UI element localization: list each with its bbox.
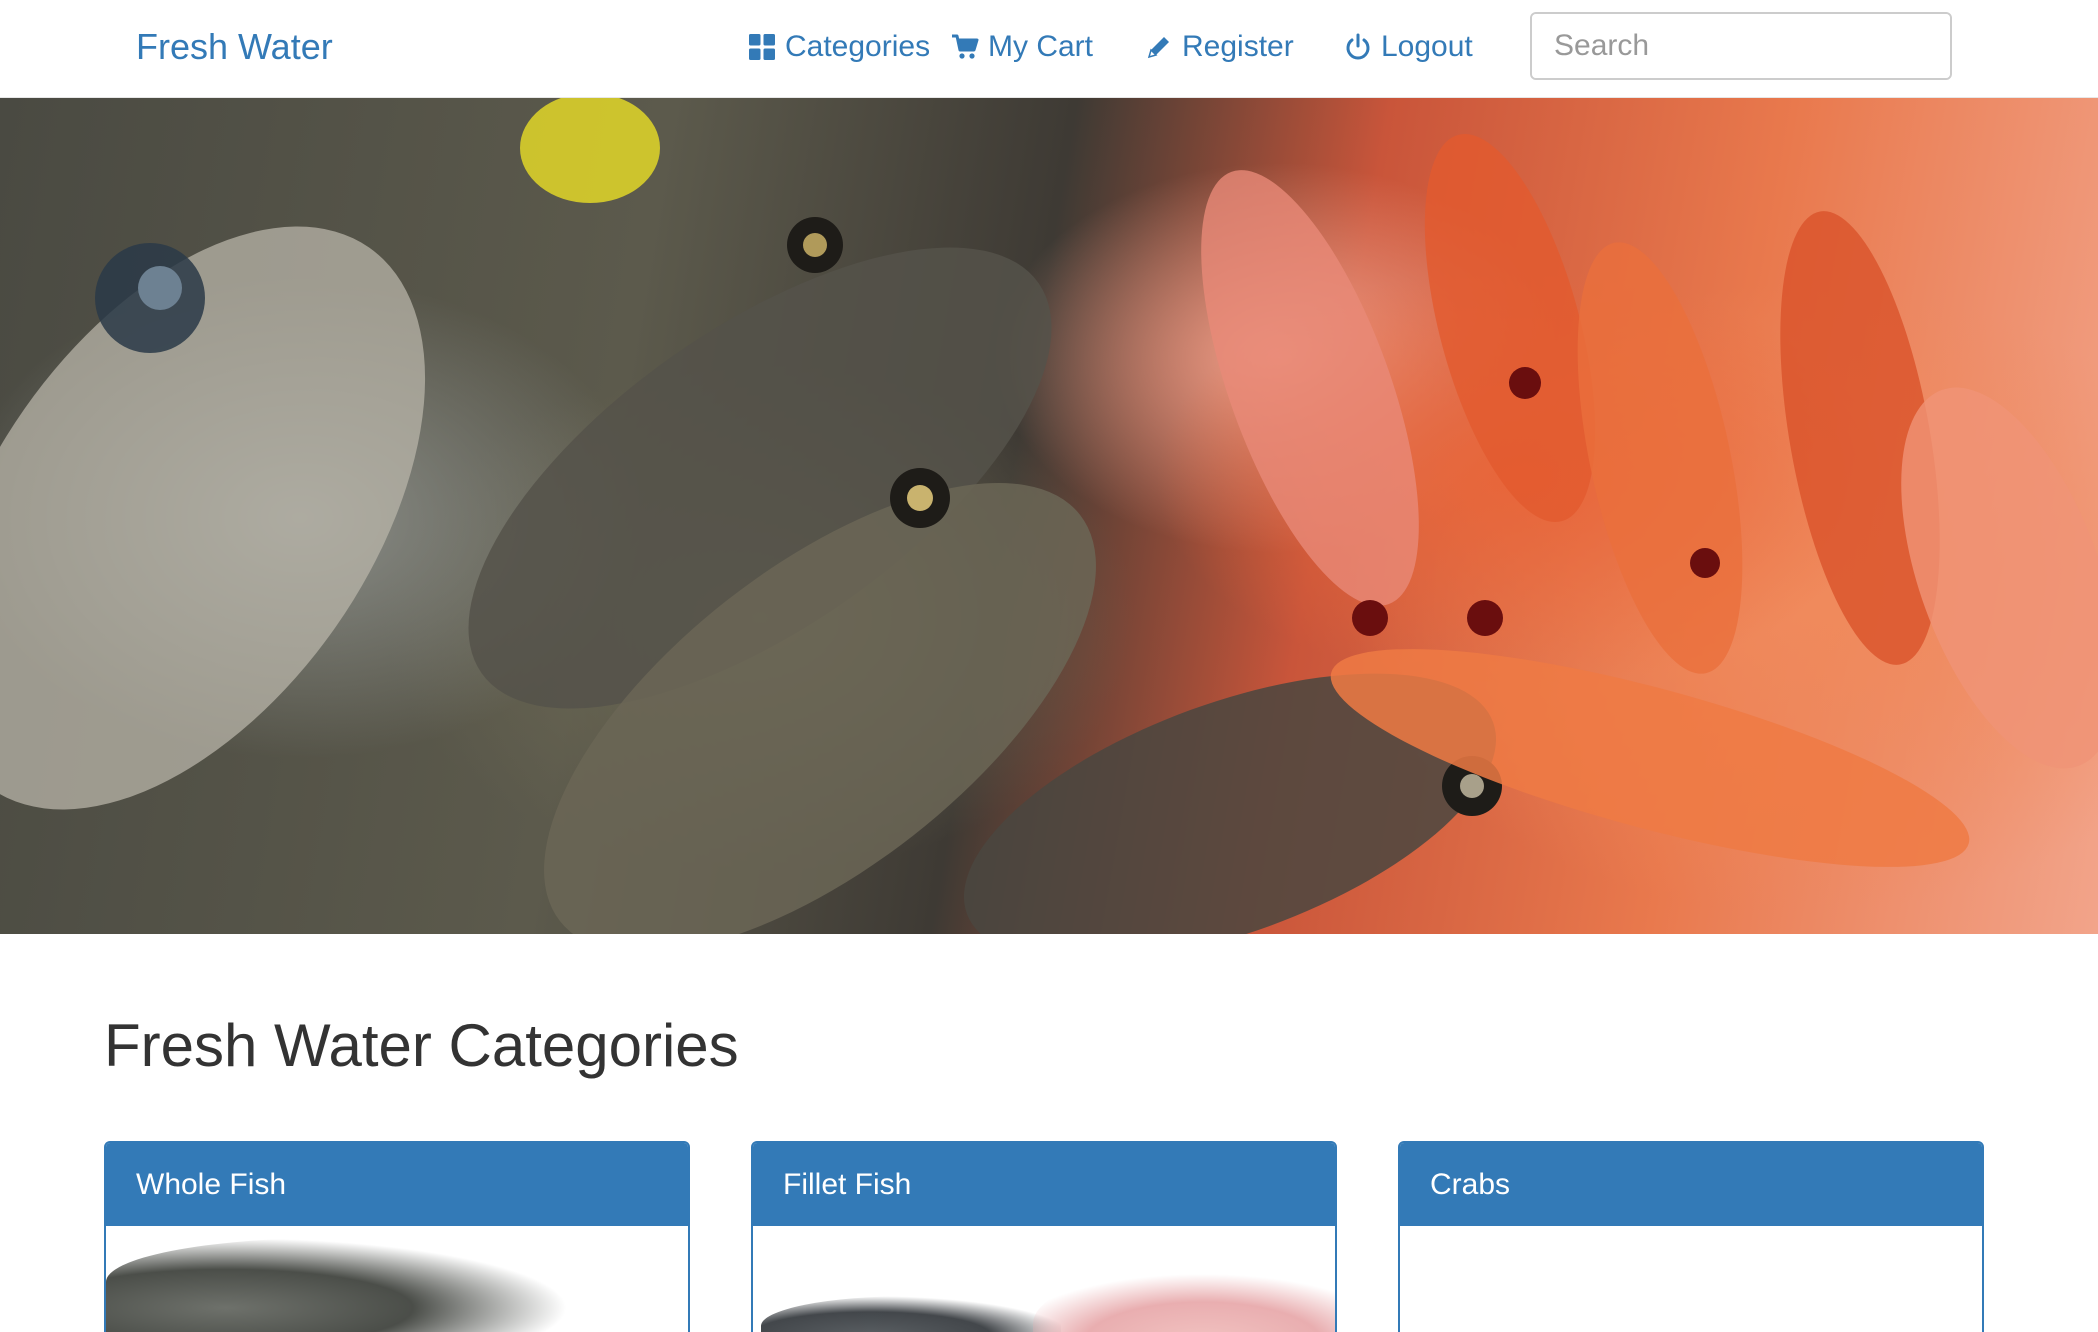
nav-logout-link[interactable]: Logout	[1344, 22, 1473, 72]
nav-logout-label: Logout	[1381, 30, 1473, 63]
brand-link[interactable]: Fresh Water	[136, 22, 333, 72]
category-card-crabs[interactable]: Crabs	[1398, 1141, 1984, 1332]
nav-register-label: Register	[1182, 30, 1294, 63]
grid-icon	[748, 33, 776, 61]
hero-fish-market-image	[0, 98, 2098, 934]
nav-cart-label: My Cart	[988, 30, 1093, 63]
whole-fish-image[interactable]	[106, 1226, 688, 1332]
category-card-heading: Whole Fish	[106, 1143, 688, 1226]
whole-fish-shape	[106, 1238, 666, 1332]
category-card-fillet-fish[interactable]: Fillet Fish	[751, 1141, 1337, 1332]
fillet-fish-image[interactable]	[753, 1226, 1335, 1332]
fillet-fish-skin-shape	[761, 1296, 1061, 1332]
pencil-icon	[1145, 33, 1173, 61]
category-card-heading: Fillet Fish	[753, 1143, 1335, 1226]
nav-cart-link[interactable]: My Cart	[951, 22, 1093, 72]
nav-register-link[interactable]: Register	[1145, 22, 1294, 72]
search-input[interactable]	[1532, 14, 1950, 78]
nav-categories-link[interactable]: Categories	[748, 22, 930, 72]
hero-illustration	[0, 98, 2098, 934]
crabs-image[interactable]	[1400, 1226, 1982, 1332]
section-title: Fresh Water Categories	[104, 1012, 739, 1079]
crab-shape	[1685, 1328, 1755, 1332]
category-card-heading: Crabs	[1400, 1143, 1982, 1226]
nav-categories-label: Categories	[785, 30, 931, 63]
cart-icon	[951, 33, 979, 61]
fillet-fish-flesh-shape	[1033, 1264, 1335, 1332]
search-form	[1530, 12, 1952, 80]
category-card-whole-fish[interactable]: Whole Fish	[104, 1141, 690, 1332]
top-navbar: Fresh Water Categories My Cart Register …	[0, 0, 2098, 98]
power-icon	[1344, 33, 1372, 61]
